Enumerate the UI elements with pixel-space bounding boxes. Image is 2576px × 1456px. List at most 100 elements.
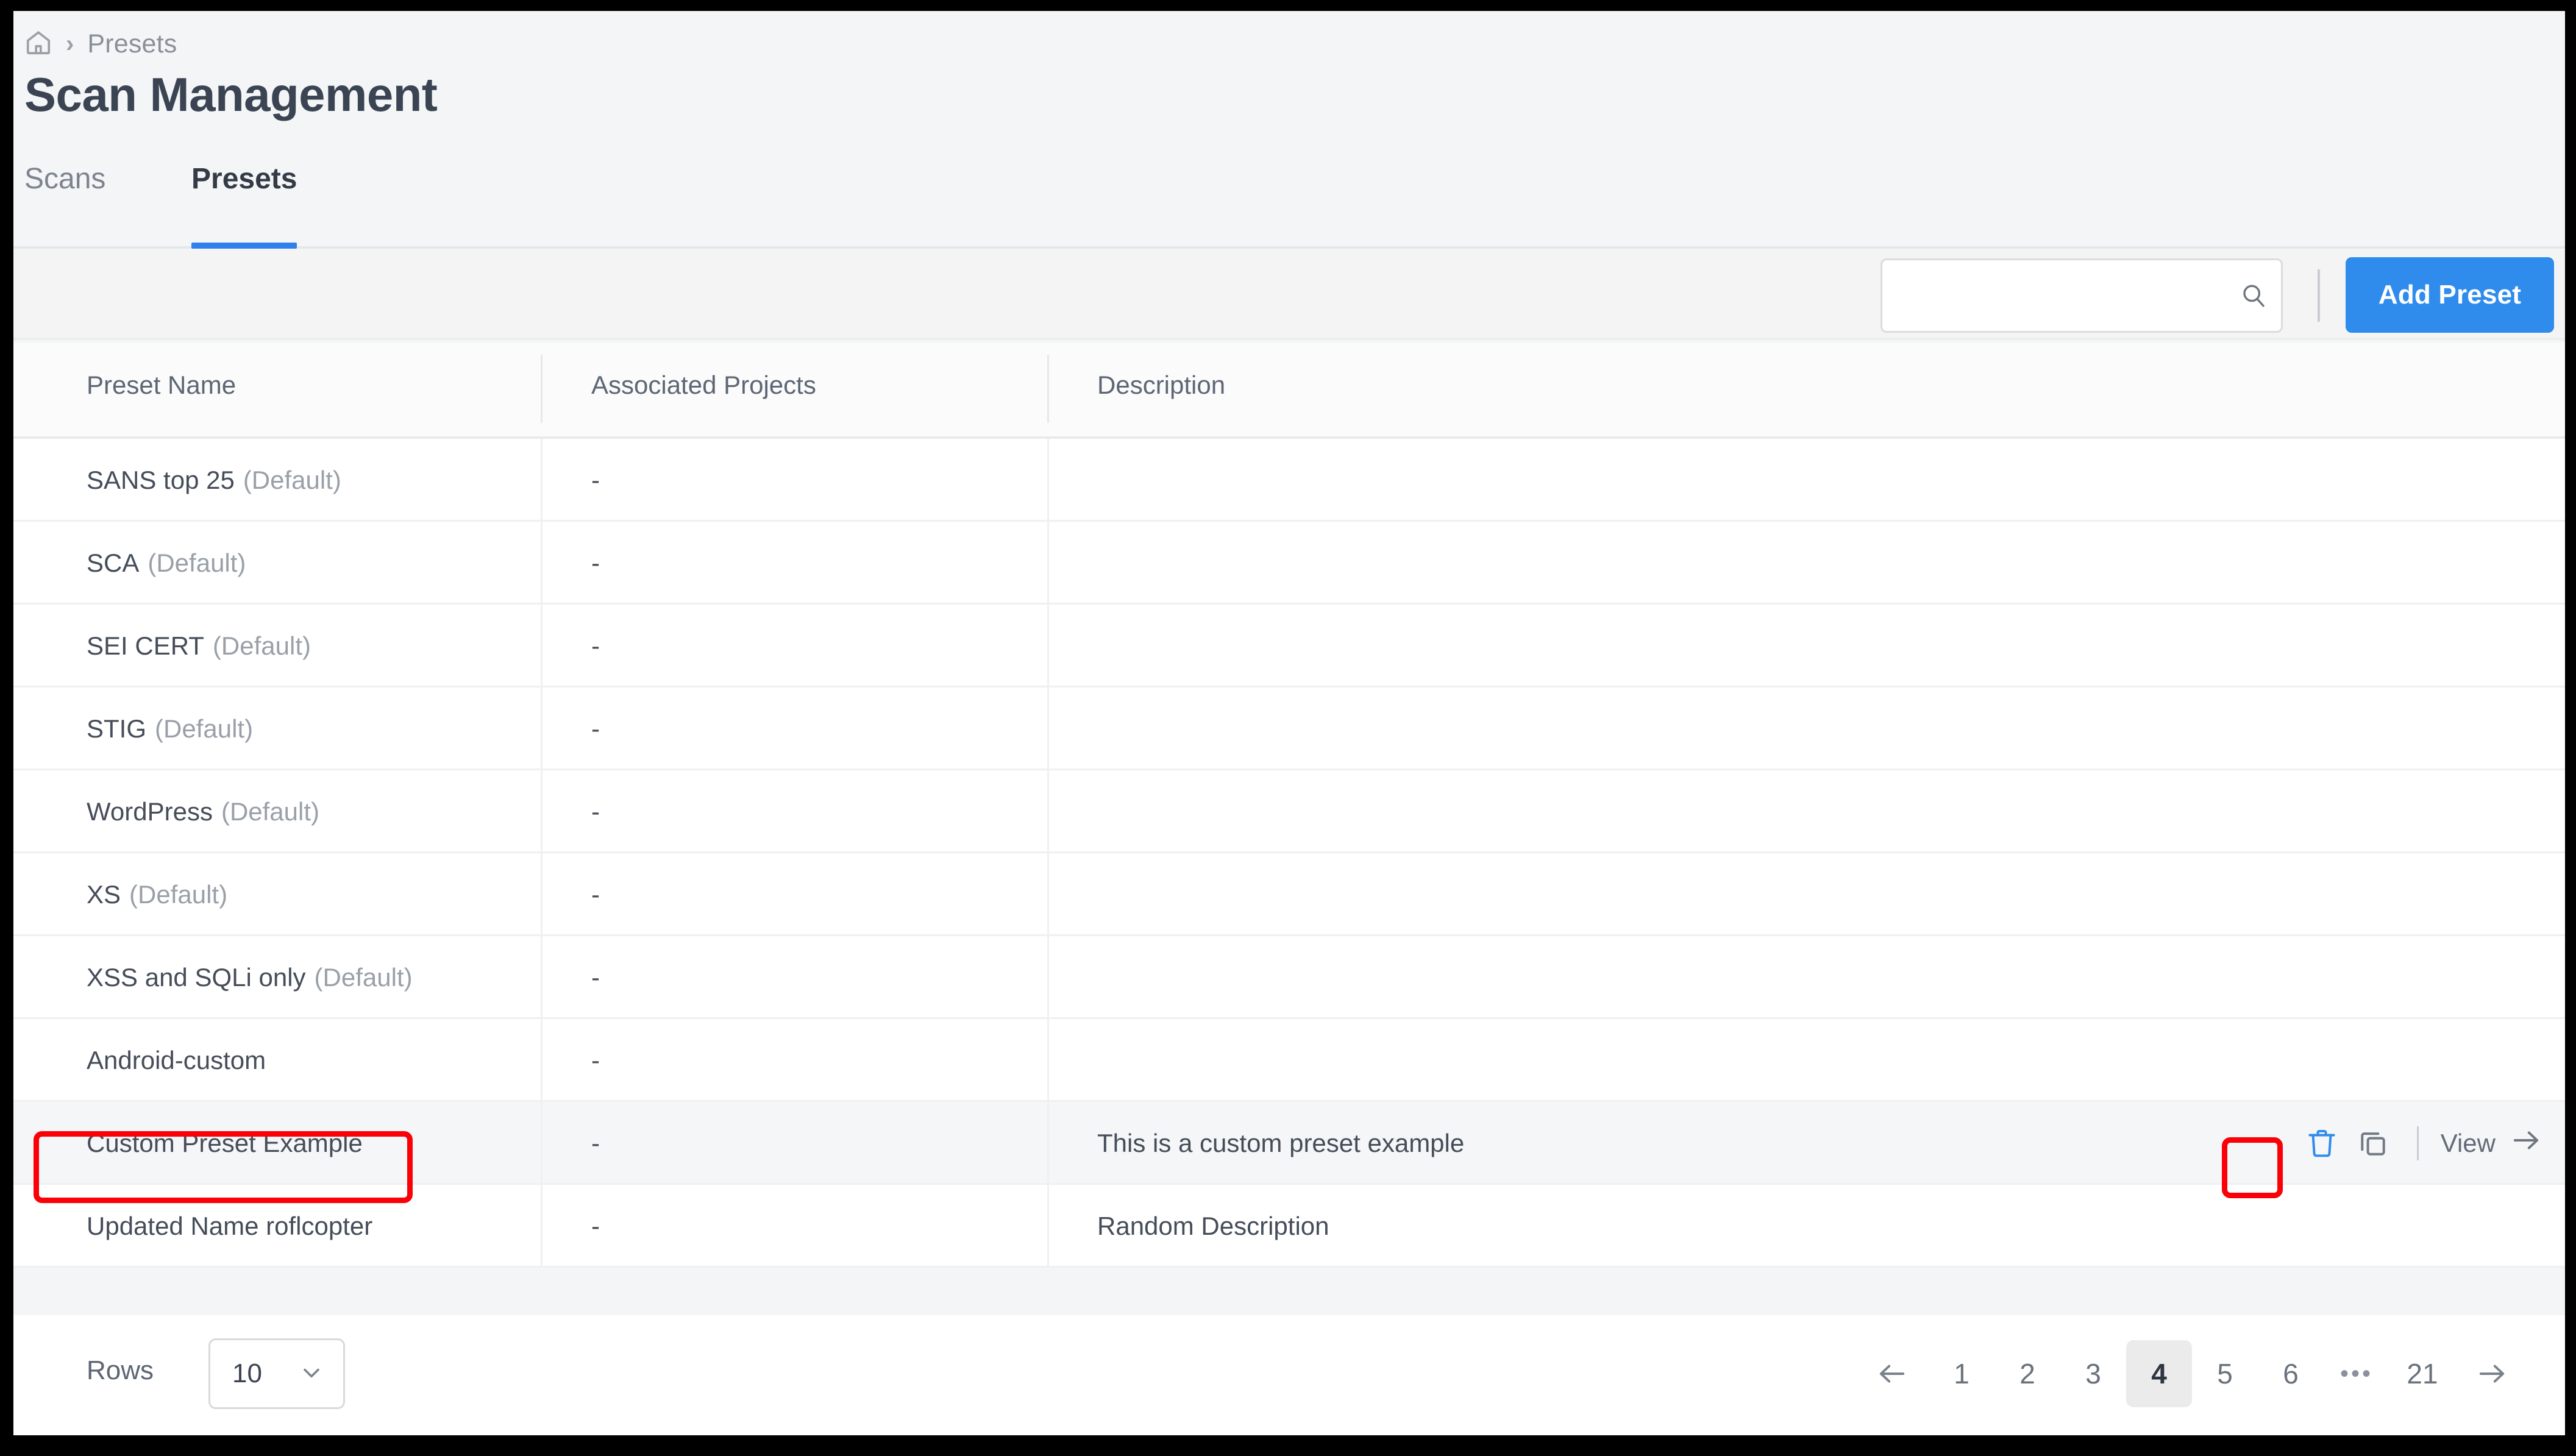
table-row[interactable]: XS (Default) - — [13, 853, 2565, 936]
breadcrumb-separator: › — [66, 30, 74, 57]
preset-name-text: Updated Name roflcopter — [87, 1212, 373, 1240]
row-column-divider-2 — [1047, 853, 1049, 936]
add-preset-button[interactable]: Add Preset — [2346, 257, 2554, 333]
row-column-divider-1 — [541, 605, 543, 687]
cell-preset-name[interactable]: XS (Default) — [87, 853, 227, 936]
row-action-group: View — [2296, 1102, 2544, 1185]
row-column-divider-2 — [1047, 1102, 1049, 1185]
view-button[interactable]: View — [2441, 1124, 2544, 1162]
cell-preset-name[interactable]: WordPress (Default) — [87, 770, 319, 853]
breadcrumb: › Presets — [24, 26, 177, 62]
row-column-divider-1 — [541, 1185, 543, 1268]
table-toolbar: Add Preset — [13, 250, 2565, 340]
search-box[interactable] — [1880, 258, 2283, 333]
cell-associated-projects: - — [591, 1212, 600, 1240]
row-column-divider-2 — [1047, 439, 1049, 522]
cell-preset-name[interactable]: SEI CERT (Default) — [87, 605, 311, 687]
pagination-page-1[interactable]: 1 — [1929, 1340, 1994, 1407]
row-column-divider-2 — [1047, 770, 1049, 853]
cell-preset-name[interactable]: SANS top 25 (Default) — [87, 439, 341, 522]
toolbar-divider — [2318, 269, 2320, 322]
cell-preset-name[interactable]: XSS and SQLi only (Default) — [87, 936, 413, 1019]
table-row[interactable]: STIG (Default) - — [13, 687, 2565, 770]
pagination-page-21[interactable]: 21 — [2389, 1340, 2455, 1407]
pagination-ellipsis: ••• — [2339, 1360, 2373, 1387]
cell-associated-projects: - — [591, 880, 600, 909]
column-header-associated-projects[interactable]: Associated Projects — [591, 371, 816, 400]
cell-associated-projects: - — [591, 466, 600, 494]
table-row[interactable]: WordPress (Default) - — [13, 770, 2565, 853]
column-header-description[interactable]: Description — [1097, 371, 1225, 400]
row-column-divider-1 — [541, 770, 543, 853]
tab-bar: Scans Presets — [13, 151, 2565, 249]
pagination-prev-button[interactable] — [1856, 1340, 1929, 1407]
pagination-page-2[interactable]: 2 — [1994, 1340, 2060, 1407]
trash-icon[interactable] — [2296, 1118, 2347, 1169]
cell-associated-projects: - — [591, 797, 600, 826]
table-row[interactable]: SCA (Default) - — [13, 522, 2565, 605]
row-column-divider-1 — [541, 522, 543, 605]
header-column-divider-1 — [541, 355, 543, 423]
cell-description: This is a custom preset example — [1097, 1129, 1465, 1157]
default-tag: (Default) — [243, 466, 341, 494]
table-row[interactable]: Android-custom - — [13, 1019, 2565, 1102]
table-footer: Rows 10 1 2 3 4 5 6 ••• 21 — [13, 1315, 2565, 1435]
preset-name-text: SEI CERT — [87, 631, 204, 660]
row-column-divider-2 — [1047, 522, 1049, 605]
row-column-divider-2 — [1047, 1019, 1049, 1102]
table-row[interactable]: Updated Name roflcopter - Random Descrip… — [13, 1185, 2565, 1268]
tab-presets[interactable]: Presets — [191, 151, 297, 249]
cell-description: Random Description — [1097, 1212, 1329, 1240]
preset-name-text: Custom Preset Example — [87, 1129, 363, 1157]
rows-label: Rows — [87, 1355, 154, 1385]
table-row[interactable]: XSS and SQLi only (Default) - — [13, 936, 2565, 1019]
page-title: Scan Management — [24, 68, 438, 121]
preset-name-text: XSS and SQLi only — [87, 963, 306, 992]
search-icon[interactable] — [2226, 260, 2281, 331]
tab-scans[interactable]: Scans — [24, 151, 105, 246]
preset-name-text: SANS top 25 — [87, 466, 235, 494]
pagination-page-4[interactable]: 4 — [2126, 1340, 2192, 1407]
breadcrumb-current[interactable]: Presets — [87, 29, 177, 59]
home-icon[interactable] — [24, 29, 52, 60]
row-column-divider-2 — [1047, 605, 1049, 687]
default-tag: (Default) — [129, 880, 228, 909]
cell-preset-name[interactable]: Updated Name roflcopter — [87, 1185, 372, 1268]
cell-preset-name[interactable]: Custom Preset Example — [87, 1102, 363, 1185]
cell-preset-name[interactable]: Android-custom — [87, 1019, 266, 1102]
default-tag: (Default) — [314, 963, 413, 992]
header-column-divider-2 — [1047, 355, 1049, 423]
pagination-page-5[interactable]: 5 — [2192, 1340, 2258, 1407]
table-row[interactable]: SEI CERT (Default) - — [13, 605, 2565, 687]
column-header-preset-name[interactable]: Preset Name — [87, 371, 236, 400]
default-tag: (Default) — [212, 631, 311, 660]
row-column-divider-2 — [1047, 1185, 1049, 1268]
preset-name-text: XS — [87, 880, 121, 909]
cell-preset-name[interactable]: SCA (Default) — [87, 522, 246, 605]
row-column-divider-1 — [541, 439, 543, 522]
search-input[interactable] — [1882, 260, 2226, 331]
row-column-divider-1 — [541, 936, 543, 1019]
chevron-down-icon — [298, 1359, 325, 1389]
presets-table: Preset Name Associated Projects Descript… — [13, 343, 2565, 1268]
cell-associated-projects: - — [591, 714, 600, 743]
row-column-divider-2 — [1047, 936, 1049, 1019]
cell-associated-projects: - — [591, 631, 600, 660]
rows-per-page-select[interactable]: 10 — [208, 1338, 345, 1409]
pagination-page-3[interactable]: 3 — [2060, 1340, 2126, 1407]
default-tag: (Default) — [221, 797, 320, 826]
pagination-next-button[interactable] — [2455, 1340, 2528, 1407]
pagination-page-6[interactable]: 6 — [2258, 1340, 2324, 1407]
row-column-divider-1 — [541, 687, 543, 770]
cell-preset-name[interactable]: STIG (Default) — [87, 687, 253, 770]
default-tag: (Default) — [155, 714, 254, 743]
table-row[interactable]: SANS top 25 (Default) - — [13, 439, 2565, 522]
app-window: › Presets Scan Management Scans Presets — [13, 11, 2565, 1435]
pagination: 1 2 3 4 5 6 ••• 21 — [1856, 1336, 2528, 1412]
copy-icon[interactable] — [2347, 1118, 2399, 1169]
table-row[interactable]: Custom Preset Example - This is a custom… — [13, 1102, 2565, 1185]
row-column-divider-1 — [541, 1019, 543, 1102]
cell-associated-projects: - — [591, 1046, 600, 1074]
cell-associated-projects: - — [591, 1129, 600, 1157]
preset-name-text: SCA — [87, 549, 140, 577]
